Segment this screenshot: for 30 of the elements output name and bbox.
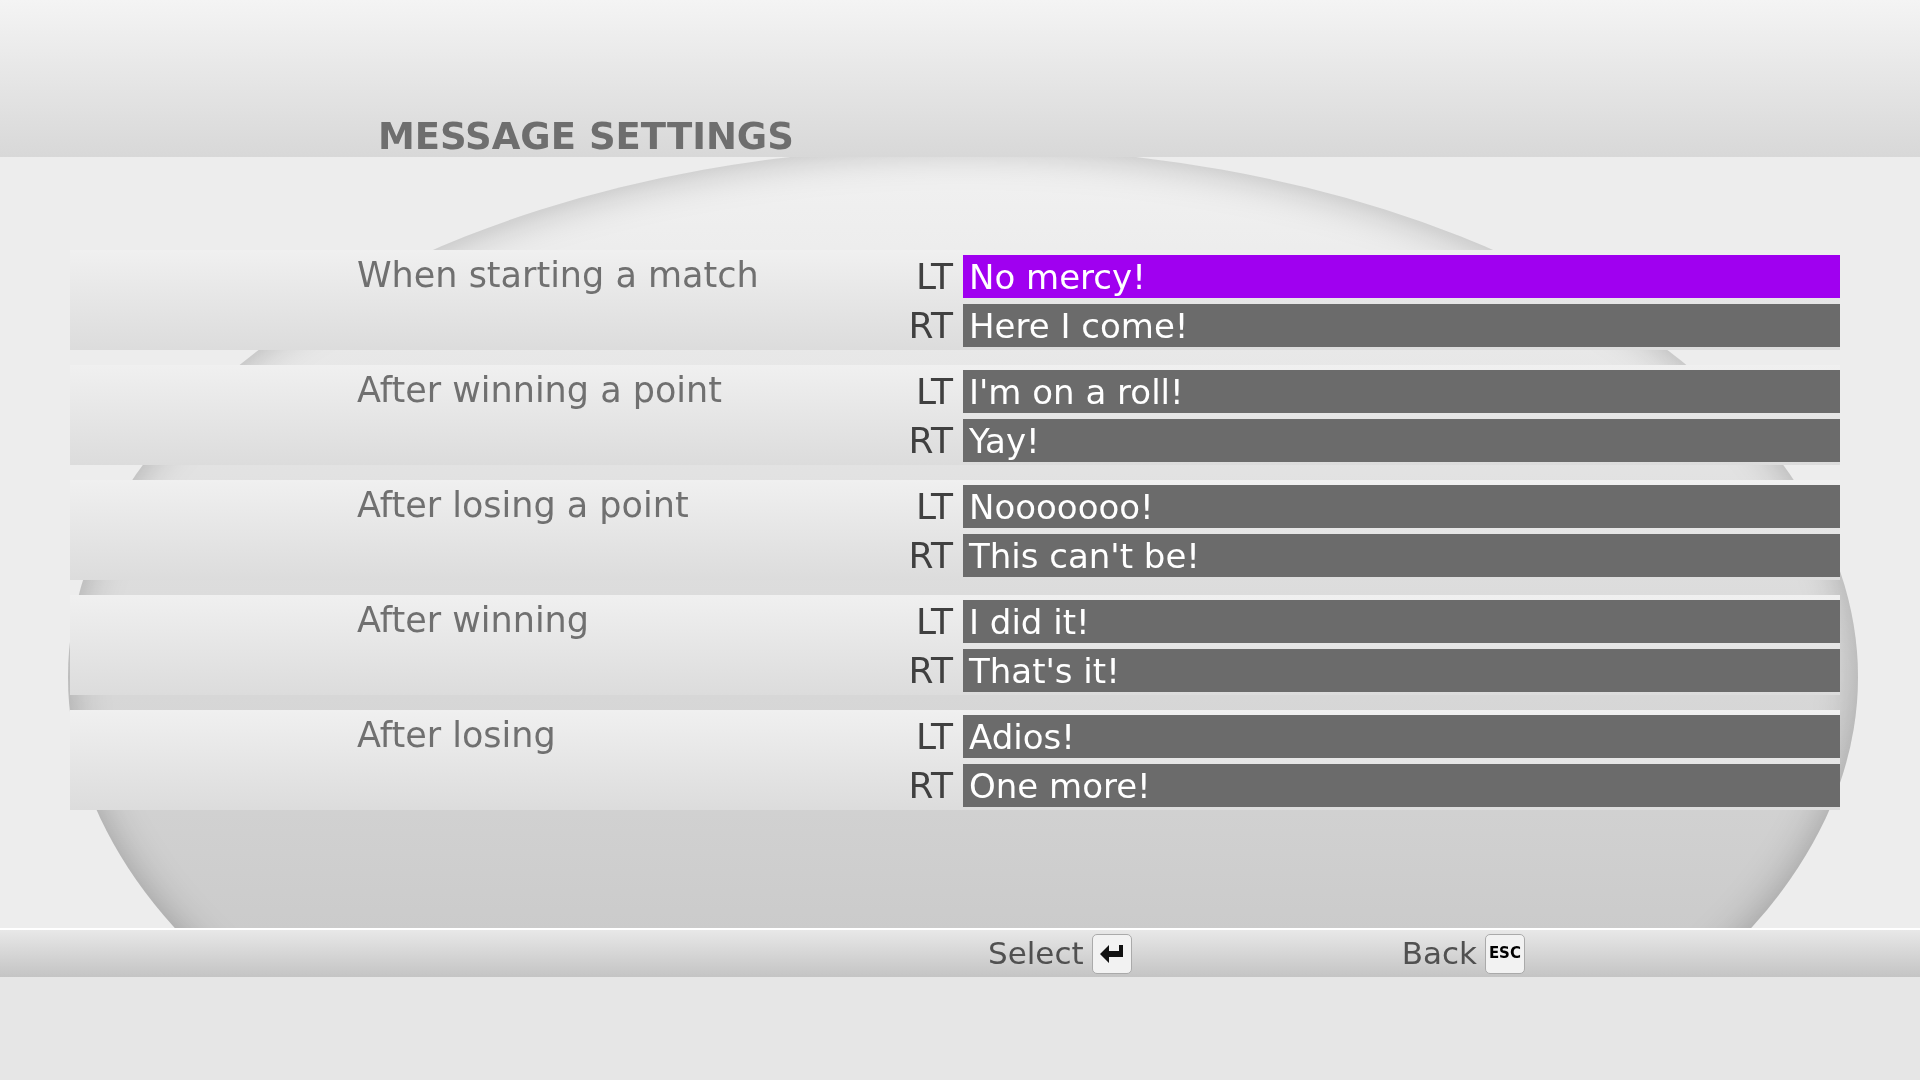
- message-option[interactable]: Adios!: [963, 715, 1840, 758]
- hint-label: Select: [988, 938, 1084, 969]
- event-label: After winning a point: [356, 369, 723, 412]
- message-option[interactable]: I'm on a roll!: [963, 370, 1840, 413]
- message-option[interactable]: Here I come!: [963, 304, 1840, 347]
- esc-key: ESC: [1484, 933, 1525, 974]
- trigger-label: RT: [907, 652, 954, 689]
- event-label: When starting a match: [356, 254, 760, 297]
- event-label: After losing a point: [356, 484, 690, 527]
- trigger-label: LT: [914, 258, 954, 295]
- hint-label: Back: [1401, 938, 1477, 969]
- screen-title: MESSAGE SETTINGS: [378, 118, 794, 155]
- message-option[interactable]: This can't be!: [963, 534, 1840, 577]
- message-option[interactable]: One more!: [963, 764, 1840, 807]
- enter-key-icon: [1091, 933, 1132, 974]
- trigger-label: RT: [907, 767, 954, 804]
- trigger-label: LT: [914, 603, 954, 640]
- event-label: After losing: [356, 714, 557, 757]
- message-option[interactable]: Nooooooo!: [963, 485, 1840, 528]
- message-option[interactable]: Yay!: [963, 419, 1840, 462]
- message-option[interactable]: I did it!: [963, 600, 1840, 643]
- trigger-label: LT: [914, 488, 954, 525]
- trigger-label: RT: [907, 537, 954, 574]
- trigger-label: LT: [914, 373, 954, 410]
- trigger-label: RT: [907, 307, 954, 344]
- message-option[interactable]: No mercy!: [963, 255, 1840, 298]
- message-option[interactable]: That's it!: [963, 649, 1840, 692]
- trigger-label: LT: [914, 718, 954, 755]
- event-label: After winning: [356, 599, 590, 642]
- trigger-label: RT: [907, 422, 954, 459]
